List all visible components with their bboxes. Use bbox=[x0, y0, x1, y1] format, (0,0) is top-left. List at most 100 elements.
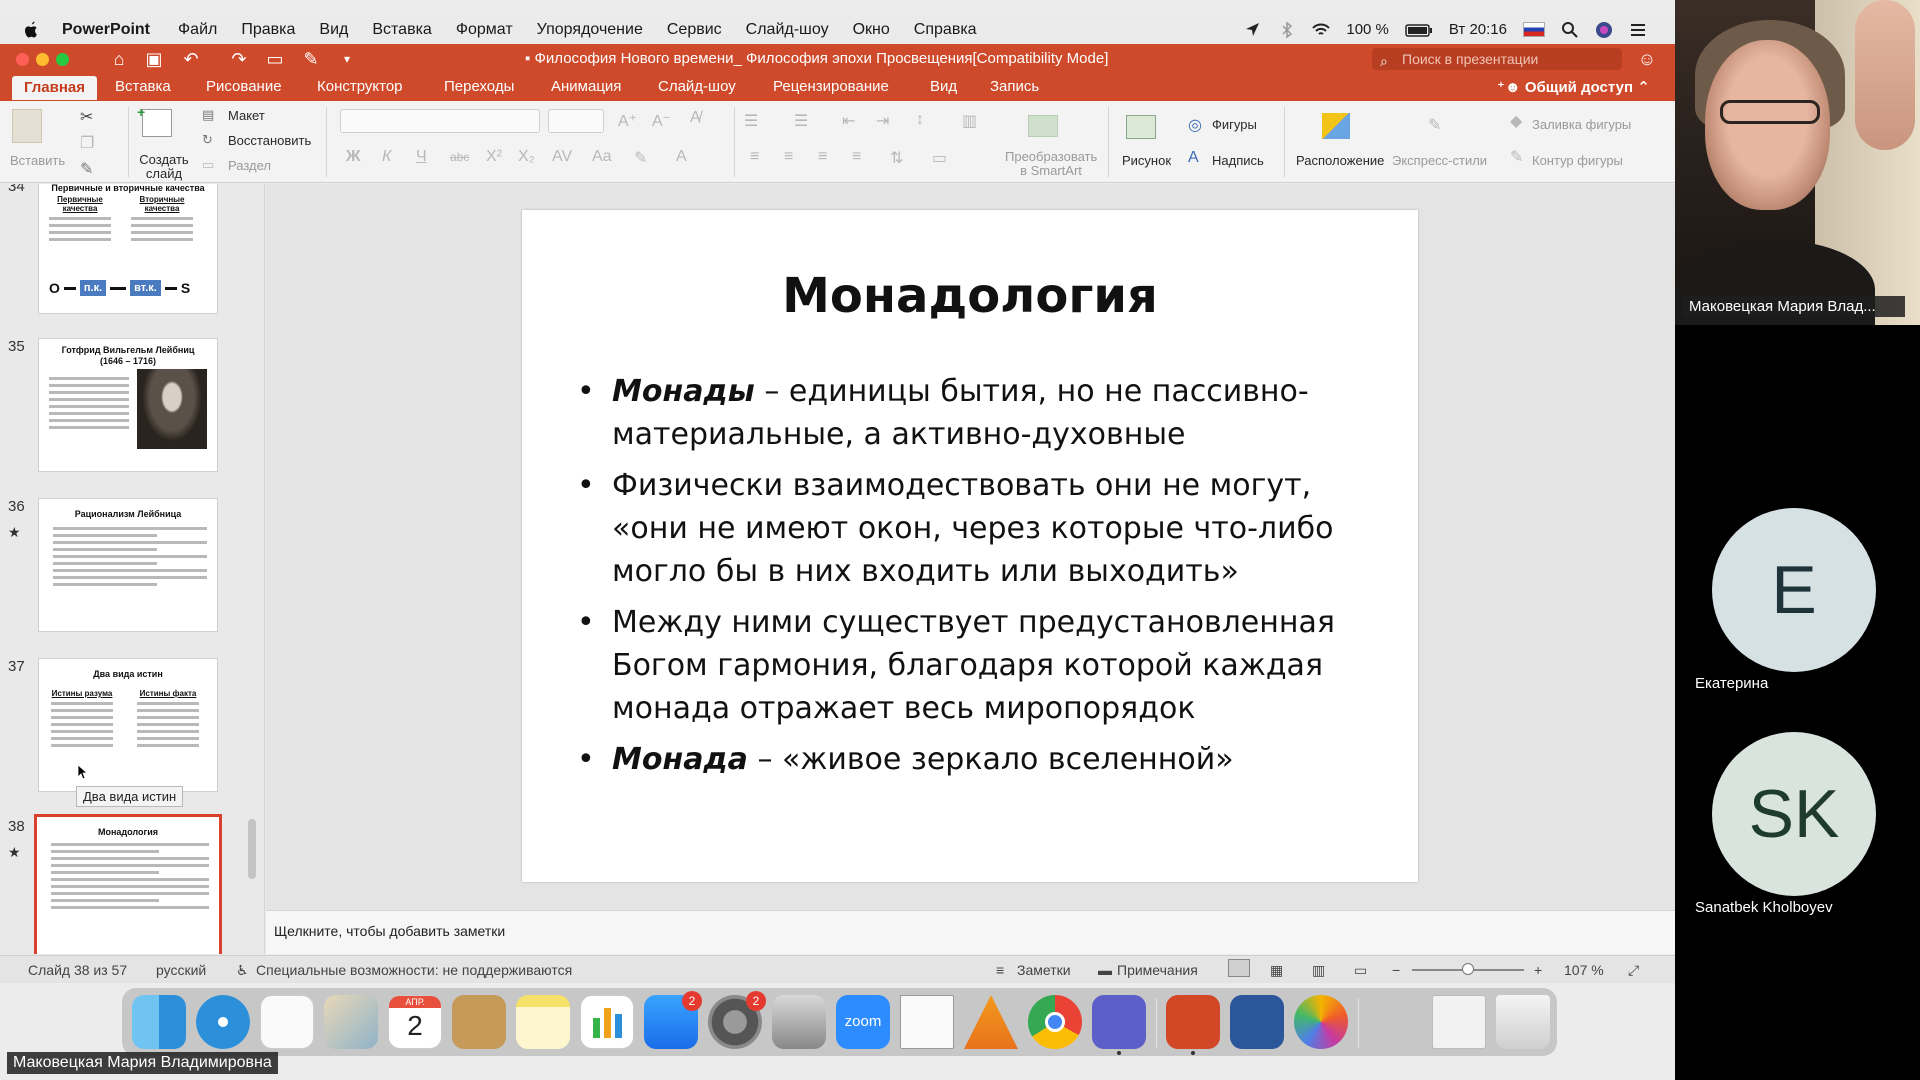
system-preferences-icon[interactable]: 2 bbox=[708, 991, 766, 1049]
shapes-icon[interactable]: ◎ bbox=[1188, 115, 1202, 135]
share-button[interactable]: ⁺☻ Общий доступ ⌃ bbox=[1497, 78, 1650, 96]
photos-icon[interactable] bbox=[1294, 995, 1348, 1049]
decrease-indent-icon[interactable]: ⇤ bbox=[842, 111, 855, 131]
slide-thumbnail-36[interactable]: Рационализм Лейбница bbox=[38, 498, 218, 632]
tab-draw[interactable]: Рисование bbox=[206, 78, 282, 95]
recent-document-icon[interactable] bbox=[1432, 995, 1486, 1049]
zoom-slider-handle[interactable] bbox=[1462, 963, 1474, 975]
powerpoint-icon[interactable] bbox=[1166, 995, 1220, 1055]
slideshow-view-icon[interactable]: ▭ bbox=[1354, 962, 1367, 979]
battery-icon[interactable] bbox=[1405, 21, 1433, 39]
notes-pane[interactable]: Щелкните, чтобы добавить заметки bbox=[266, 910, 1675, 954]
word-icon[interactable] bbox=[1230, 995, 1284, 1049]
numbers-icon[interactable] bbox=[580, 995, 634, 1049]
trash-icon[interactable] bbox=[1496, 995, 1550, 1049]
font-size-dropdown[interactable] bbox=[548, 109, 604, 133]
presentation-search-field[interactable]: ⌕ Поиск в презентации bbox=[1372, 48, 1622, 70]
align-text-icon[interactable]: ▭ bbox=[932, 148, 947, 168]
minimize-window-button[interactable] bbox=[36, 53, 49, 66]
slide-thumbnail-35[interactable]: Готфрид Вильгельм Лейбниц (1646 – 1716) bbox=[38, 338, 218, 472]
zoom-window-button[interactable] bbox=[56, 53, 69, 66]
shape-outline-label[interactable]: Контур фигуры bbox=[1532, 153, 1623, 168]
participant-video-tile[interactable]: Маковецкая Мария Влад... bbox=[1675, 0, 1920, 325]
tab-design[interactable]: Конструктор bbox=[317, 78, 403, 95]
quick-styles-label[interactable]: Экспресс-стили bbox=[1392, 153, 1487, 168]
picture-label[interactable]: Рисунок bbox=[1122, 153, 1171, 168]
calendar-icon[interactable]: АПР. 2 bbox=[388, 995, 442, 1049]
slide-thumbnail-37[interactable]: Два вида истин Истины разума Истины факт… bbox=[38, 658, 218, 792]
present-icon[interactable]: ▭ bbox=[264, 48, 286, 70]
notification-center-icon[interactable] bbox=[1629, 21, 1647, 39]
clear-formatting-icon[interactable]: A̸ bbox=[690, 109, 701, 127]
paste-icon[interactable] bbox=[12, 109, 42, 143]
font-color-icon[interactable]: A bbox=[676, 148, 687, 166]
preview-icon[interactable] bbox=[324, 995, 378, 1049]
bold-icon[interactable]: Ж bbox=[346, 148, 360, 166]
layout-button[interactable]: Макет bbox=[228, 108, 265, 123]
undo-icon[interactable]: ↶ bbox=[180, 48, 202, 70]
chrome-icon[interactable] bbox=[1028, 995, 1082, 1049]
shape-fill-icon[interactable]: ◆ bbox=[1510, 111, 1522, 131]
quick-styles-icon[interactable]: ✎ bbox=[1428, 115, 1441, 135]
textbox-icon[interactable]: A bbox=[1188, 149, 1199, 167]
app-name[interactable]: PowerPoint bbox=[62, 21, 150, 39]
menu-view[interactable]: Вид bbox=[319, 21, 348, 39]
accessibility-status[interactable]: Специальные возможности: не поддерживают… bbox=[256, 962, 572, 978]
tab-insert[interactable]: Вставка bbox=[115, 78, 171, 95]
change-case-icon[interactable]: Aa bbox=[592, 148, 612, 166]
slide-title[interactable]: Монадология bbox=[522, 268, 1418, 324]
location-arrow-icon[interactable] bbox=[1244, 21, 1262, 39]
slide-bullet-list[interactable]: Монады – единицы бытия, но не пассивно-м… bbox=[577, 370, 1377, 789]
strikethrough-icon[interactable]: abc bbox=[450, 150, 469, 164]
input-source-flag-icon[interactable] bbox=[1523, 22, 1545, 37]
align-left-icon[interactable]: ≡ bbox=[750, 148, 759, 166]
zoom-level[interactable]: 107 % bbox=[1564, 962, 1604, 978]
save-icon[interactable]: ▣ bbox=[143, 48, 165, 70]
menu-slideshow[interactable]: Слайд-шоу bbox=[746, 21, 829, 39]
reminders-icon[interactable] bbox=[260, 995, 314, 1049]
picture-icon[interactable] bbox=[1126, 115, 1156, 139]
document-icon[interactable] bbox=[900, 995, 954, 1049]
zoom-in-icon[interactable]: + bbox=[1534, 962, 1542, 978]
tab-transitions[interactable]: Переходы bbox=[444, 78, 514, 95]
tab-review[interactable]: Рецензирование bbox=[773, 78, 889, 95]
align-right-icon[interactable]: ≡ bbox=[818, 148, 827, 166]
slide-thumbnail-34[interactable]: Первичные и вторичные качества Первичные… bbox=[38, 184, 218, 314]
slide-thumbnails-panel[interactable]: 34 Первичные и вторичные качества Первич… bbox=[0, 184, 265, 954]
shape-outline-icon[interactable]: ✎ bbox=[1510, 147, 1523, 167]
notes-app-icon[interactable] bbox=[516, 995, 570, 1049]
textbox-label[interactable]: Надпись bbox=[1212, 153, 1264, 168]
format-painter-icon[interactable]: ✎ bbox=[80, 159, 93, 179]
tab-record[interactable]: Запись bbox=[990, 78, 1039, 95]
character-spacing-icon[interactable]: AV bbox=[552, 148, 572, 166]
shapes-label[interactable]: Фигуры bbox=[1212, 117, 1257, 132]
vlc-icon[interactable] bbox=[964, 995, 1018, 1049]
menu-window[interactable]: Окно bbox=[853, 21, 890, 39]
slide-thumbnail-38-selected[interactable]: Монадология bbox=[34, 814, 222, 954]
language-indicator[interactable]: русский bbox=[156, 962, 206, 978]
italic-icon[interactable]: К bbox=[382, 148, 391, 166]
contacts-icon[interactable] bbox=[452, 995, 506, 1049]
tab-slideshow[interactable]: Слайд-шоу bbox=[658, 78, 736, 95]
customize-toolbar-icon[interactable]: ▾ bbox=[336, 48, 358, 70]
reset-button[interactable]: Восстановить bbox=[228, 133, 311, 148]
menu-format[interactable]: Формат bbox=[456, 21, 513, 39]
comments-button[interactable]: Примечания bbox=[1117, 962, 1198, 978]
cut-icon[interactable]: ✂ bbox=[80, 107, 93, 127]
align-center-icon[interactable]: ≡ bbox=[784, 148, 793, 166]
menu-arrange[interactable]: Упорядочение bbox=[537, 21, 643, 39]
zoom-out-icon[interactable]: − bbox=[1392, 962, 1400, 978]
arrange-label[interactable]: Расположение bbox=[1296, 153, 1384, 168]
wifi-icon[interactable] bbox=[1312, 21, 1331, 39]
subscript-icon[interactable]: X₂ bbox=[518, 148, 535, 166]
text-direction-icon[interactable]: ⇅ bbox=[890, 148, 903, 168]
smartart-icon[interactable] bbox=[1028, 115, 1058, 137]
underline-icon[interactable]: Ч bbox=[416, 148, 427, 166]
notes-button[interactable]: Заметки bbox=[1017, 962, 1071, 978]
new-slide-icon[interactable]: + bbox=[137, 104, 172, 137]
close-window-button[interactable] bbox=[16, 53, 29, 66]
zoom-app-icon[interactable]: zoom bbox=[836, 995, 890, 1049]
safari-icon[interactable] bbox=[196, 995, 250, 1049]
image-capture-icon[interactable] bbox=[772, 995, 826, 1049]
line-spacing-icon[interactable]: ↕ bbox=[916, 111, 924, 129]
